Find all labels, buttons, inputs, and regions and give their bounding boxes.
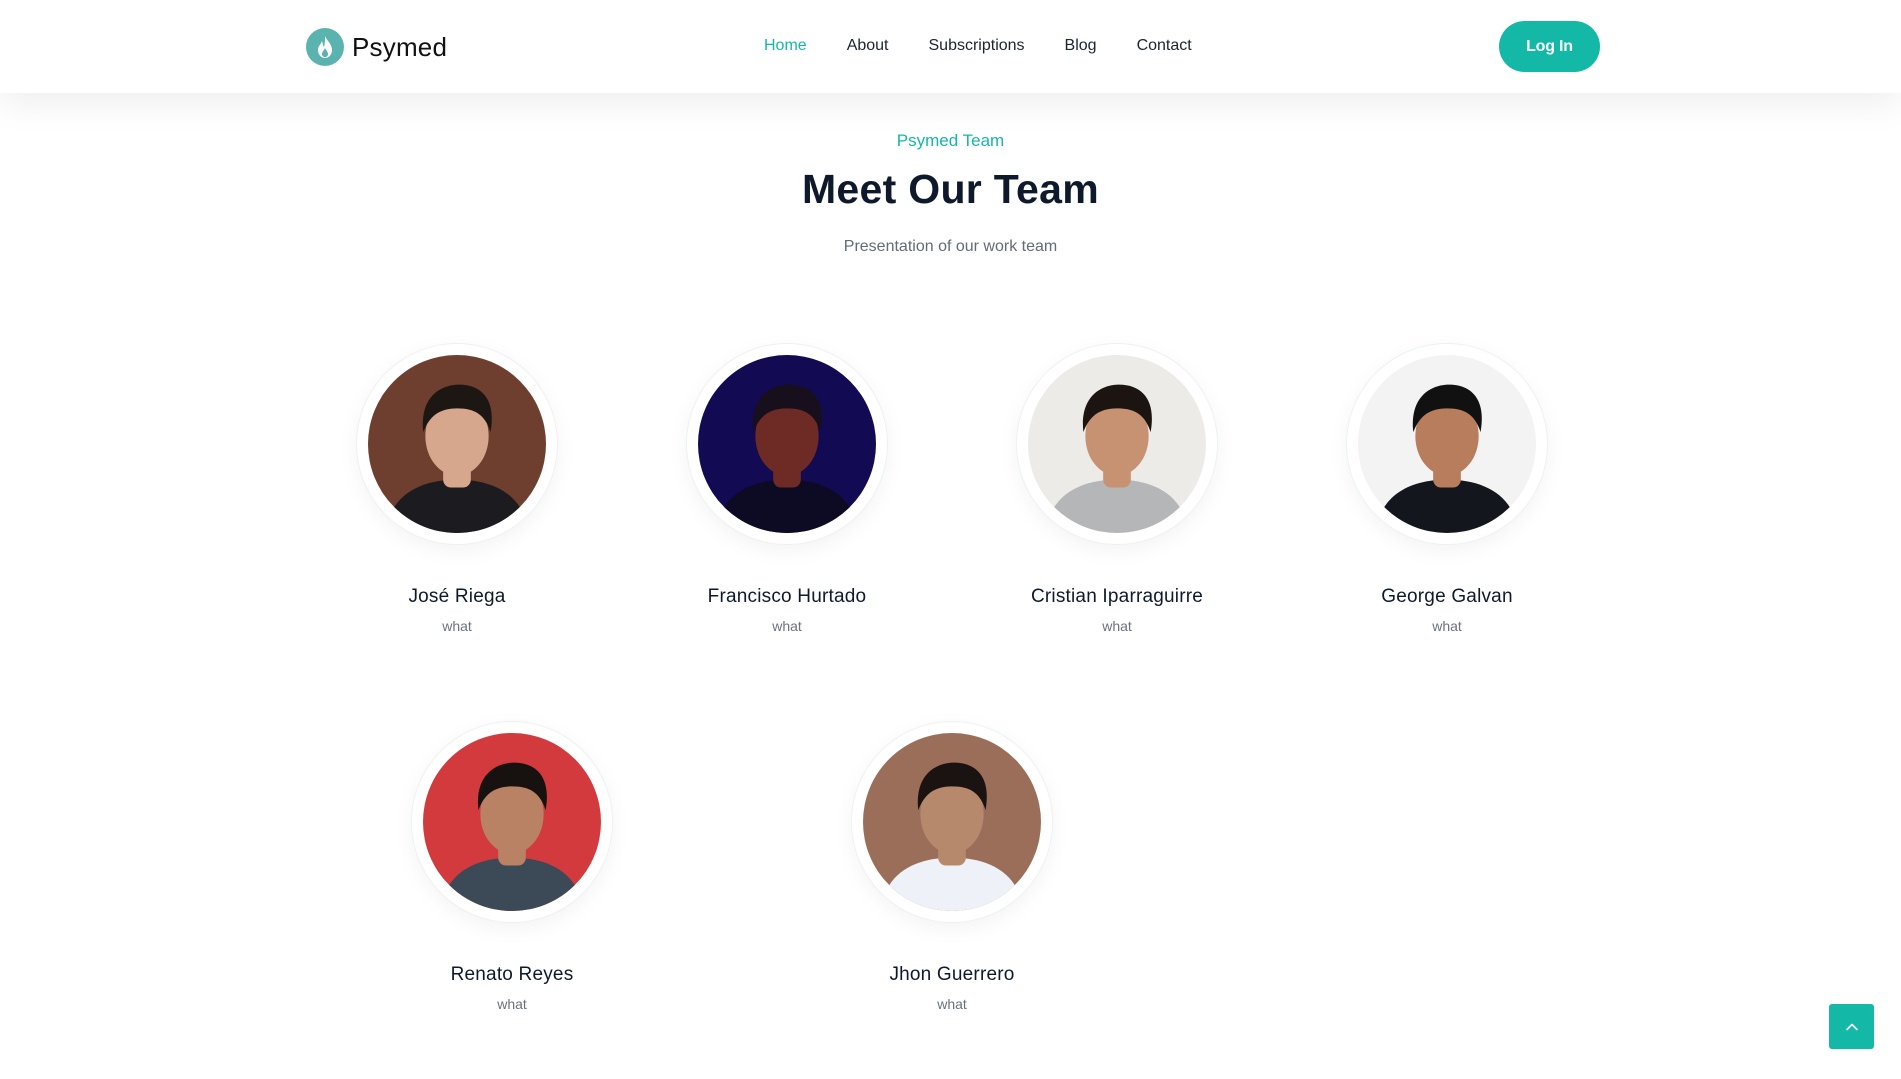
member-photo bbox=[1358, 355, 1536, 533]
section-eyebrow: Psymed Team bbox=[896, 131, 1005, 150]
member-role: what bbox=[1102, 618, 1132, 634]
avatar[interactable] bbox=[412, 722, 612, 922]
member-role: what bbox=[937, 996, 967, 1012]
member-name: Renato Reyes bbox=[450, 964, 574, 985]
member-name: Francisco Hurtado bbox=[707, 586, 867, 607]
team-member-card: Renato Reyes what bbox=[362, 722, 662, 1012]
member-role: what bbox=[497, 996, 527, 1012]
nav-blog[interactable]: Blog bbox=[1065, 34, 1097, 58]
member-photo bbox=[423, 733, 601, 911]
nav-subscriptions[interactable]: Subscriptions bbox=[929, 34, 1025, 58]
member-photo bbox=[1028, 355, 1206, 533]
member-name: George Galvan bbox=[1381, 586, 1513, 607]
back-to-top-button[interactable] bbox=[1829, 1004, 1874, 1049]
member-photo bbox=[698, 355, 876, 533]
brand-name: Psymed bbox=[352, 31, 448, 62]
nav-home[interactable]: Home bbox=[764, 34, 807, 58]
section-title: Meet Our Team bbox=[801, 166, 1100, 212]
avatar[interactable] bbox=[1017, 344, 1217, 544]
member-name: Jhon Guerrero bbox=[889, 964, 1015, 985]
member-role: what bbox=[442, 618, 472, 634]
login-button[interactable]: Log In bbox=[1499, 21, 1600, 72]
avatar[interactable] bbox=[687, 344, 887, 544]
member-role: what bbox=[1432, 618, 1462, 634]
member-role: what bbox=[772, 618, 802, 634]
member-photo bbox=[863, 733, 1041, 911]
chevron-up-icon bbox=[1845, 1023, 1858, 1030]
nav-about[interactable]: About bbox=[847, 34, 889, 58]
avatar[interactable] bbox=[357, 344, 557, 544]
flame-icon bbox=[306, 28, 344, 66]
team-member-card: Francisco Hurtado what bbox=[637, 344, 937, 634]
member-name: Cristian Iparraguirre bbox=[1030, 586, 1204, 607]
team-member-card: George Galvan what bbox=[1297, 344, 1597, 634]
member-name: José Riega bbox=[408, 586, 506, 607]
section-subtitle: Presentation of our work team bbox=[843, 238, 1058, 255]
team-member-card: Jhon Guerrero what bbox=[802, 722, 1102, 1012]
avatar[interactable] bbox=[1347, 344, 1547, 544]
main-nav: Home About Subscriptions Blog Contact bbox=[764, 34, 1232, 58]
site-header: Psymed Home About Subscriptions Blog Con… bbox=[0, 0, 1901, 93]
avatar[interactable] bbox=[852, 722, 1052, 922]
brand-logo[interactable]: Psymed bbox=[306, 28, 447, 66]
member-photo bbox=[368, 355, 546, 533]
team-member-card: Cristian Iparraguirre what bbox=[967, 344, 1267, 634]
nav-contact[interactable]: Contact bbox=[1137, 34, 1192, 58]
team-member-card: José Riega what bbox=[307, 344, 607, 634]
